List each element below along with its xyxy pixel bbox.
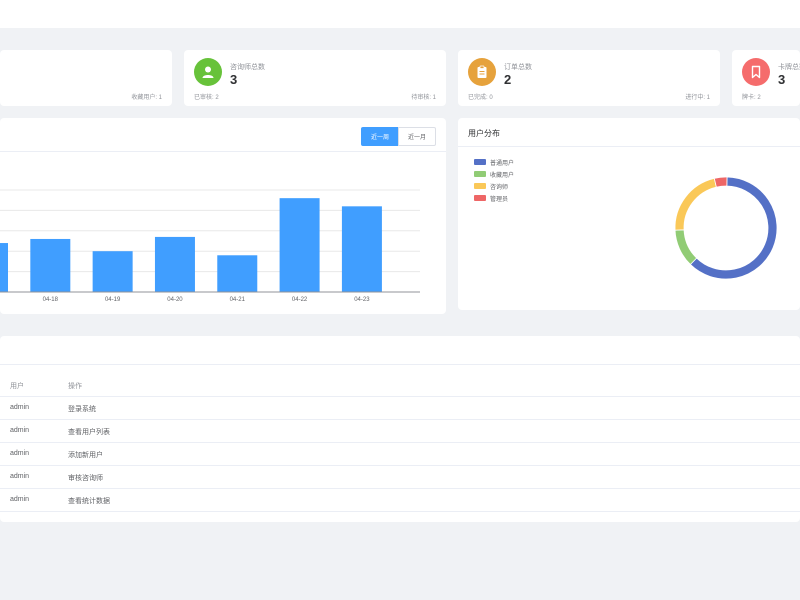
stat-title: 咨询师总数 [230, 64, 265, 71]
stat-title: 订单总数 [504, 64, 532, 71]
stat-value: 3 [778, 72, 786, 87]
stat-card-orders: 订单总数 2 已完成: 0 进行中: 1 [458, 50, 720, 106]
stat-left-text: 已审核: 2 [194, 95, 219, 101]
x-tick-label: 04-23 [354, 297, 370, 303]
trend-chart-card: 近一周 近一月 04-18 04-19 04-20 04-21 04-22 04-23 [0, 118, 446, 314]
cell-action: 登录系统 [68, 406, 96, 413]
x-tick-label: 04-22 [292, 297, 308, 303]
bar [92, 251, 133, 292]
card-divider [0, 364, 800, 365]
cell-action: 查看统计数据 [68, 498, 110, 505]
stat-right-text: 进行中: 1 [685, 95, 710, 101]
stat-title: 卡牌总数 [778, 64, 800, 71]
cell-action: 查看用户列表 [68, 429, 110, 436]
clipboard-icon [468, 58, 496, 86]
x-tick-label: 04-19 [105, 297, 121, 303]
bar [341, 206, 382, 292]
cell-user: admin [10, 473, 30, 480]
bar [154, 236, 195, 292]
stat-card-users: 收藏用户: 1 [0, 50, 172, 106]
table-row: admin 登录系统 [0, 396, 800, 420]
cell-user: admin [10, 427, 30, 434]
cell-user: admin [10, 496, 30, 503]
table-row: admin 审核咨询师 [0, 465, 800, 489]
donut-chart [674, 176, 778, 280]
bar-chart: 04-18 04-19 04-20 04-21 04-22 04-23 [0, 189, 420, 303]
cell-user: admin [10, 404, 30, 411]
stat-card-cards: 卡牌总数 3 牌卡: 2 [732, 50, 800, 106]
column-header-user: 用户 [10, 383, 24, 390]
cell-action: 审核咨询师 [68, 475, 103, 482]
bar [0, 243, 8, 292]
column-header-action: 操作 [68, 383, 82, 390]
cell-action: 添加新用户 [68, 452, 103, 459]
stat-value: 2 [504, 72, 512, 87]
bar [30, 238, 71, 292]
stat-left-text: 牌卡: 2 [742, 95, 761, 101]
donut-slice [713, 176, 728, 188]
activity-log-card: 用户 操作 admin 登录系统 admin 查看用户列表 admin 添加新用户 admi… [0, 336, 800, 522]
x-tick-label: 04-20 [167, 297, 183, 303]
donut-slice [674, 177, 717, 231]
bar [217, 255, 258, 292]
stat-right-text: 收藏用户: 1 [131, 95, 162, 101]
bar [279, 198, 320, 292]
bookmark-icon [742, 58, 770, 86]
user-distribution-card: 用户分布 普通用户 收藏用户 咨询师 管理员 [458, 118, 800, 310]
stat-right-text: 待审核: 1 [411, 95, 436, 101]
stat-left-text: 已完成: 0 [468, 95, 493, 101]
top-bar [0, 0, 800, 28]
donut-slice [674, 229, 698, 266]
table-row: admin 查看统计数据 [0, 488, 800, 512]
cell-user: admin [10, 450, 30, 457]
stat-value: 3 [230, 72, 238, 87]
x-tick-label: 04-18 [43, 297, 59, 303]
x-tick-label: 04-21 [230, 297, 246, 303]
user-icon [194, 58, 222, 86]
table-row: admin 添加新用户 [0, 442, 800, 466]
table-header: 用户 操作 [0, 373, 800, 397]
stat-card-counselors: 咨询师总数 3 已审核: 2 待审核: 1 [184, 50, 446, 106]
table-row: admin 查看用户列表 [0, 419, 800, 443]
